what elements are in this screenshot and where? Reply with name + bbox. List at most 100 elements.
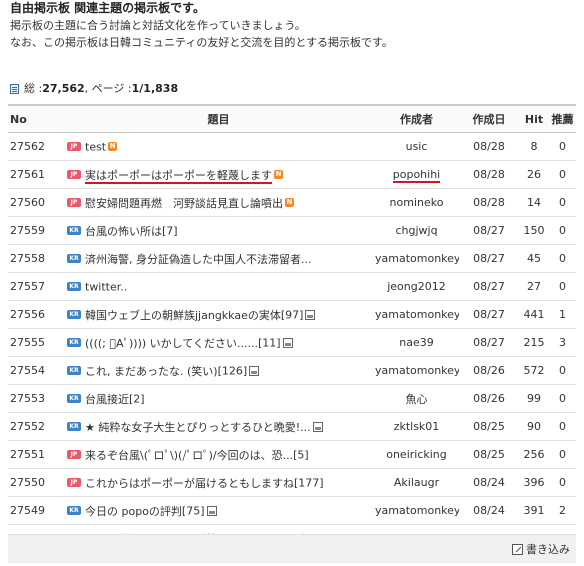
post-hits: 256 (519, 440, 549, 469)
category-badge: KR (67, 310, 81, 319)
post-subject-link[interactable]: 来るぞ台風\(ﾟロﾟ\)(/ﾟロﾟ)/今回のは、恐... (85, 449, 293, 462)
post-date: 08/26 (459, 356, 519, 385)
table-row: 27554 KR これ, まだあったな. (笑い)[126] yamatomonkey… (8, 356, 576, 385)
new-post-icon: N (274, 170, 283, 179)
author-name[interactable]: 魚心 (406, 393, 428, 406)
post-author[interactable]: nomineko (374, 188, 459, 217)
post-author[interactable]: 魚心 (374, 384, 459, 413)
post-author[interactable]: usic (374, 132, 459, 161)
post-hits: 99 (519, 384, 549, 413)
category-badge: KR (67, 506, 81, 515)
comment-count[interactable]: [2] (129, 392, 145, 405)
post-author[interactable]: yamatomonkey (374, 244, 459, 273)
comment-count[interactable]: [126] (218, 364, 248, 377)
post-recommend: 0 (549, 440, 576, 469)
post-recommend: 0 (549, 216, 576, 245)
post-count: 総 : 27,562 , ページ : 1/1,838 (10, 80, 178, 98)
header-date: 作成日 (459, 104, 519, 133)
author-name[interactable]: yamatomonkey (375, 308, 459, 321)
table-row: 27555 KR ((((; ﾟAﾟ)))) いかしてください......[11] n… (8, 328, 576, 357)
post-hits: 90 (519, 412, 549, 441)
author-name[interactable]: jeong2012 (387, 280, 446, 293)
comment-count[interactable]: [177] (294, 476, 324, 489)
category-badge: KR (67, 394, 81, 403)
post-subject-link[interactable]: twitter.. (85, 280, 127, 293)
post-author[interactable]: nae39 (374, 328, 459, 357)
post-number: 27550 (8, 468, 63, 497)
header-subject: 題目 (63, 104, 374, 133)
category-badge: KR (67, 422, 81, 431)
post-date: 08/28 (459, 132, 519, 161)
author-name[interactable]: yamatomonkey (375, 504, 459, 517)
post-subject-link[interactable]: 台風接近 (85, 393, 129, 406)
post-date: 08/26 (459, 384, 519, 413)
post-recommend: 0 (549, 412, 576, 441)
post-date: 08/27 (459, 272, 519, 301)
post-subject-link[interactable]: 今日の popoの評判 (85, 505, 182, 518)
post-subject-link[interactable]: 韓国ウェブ上の朝鮮族jjangkkaeの実体 (85, 309, 281, 322)
post-hits: 396 (519, 468, 549, 497)
post-hits: 572 (519, 356, 549, 385)
post-table: No 題目 作成者 作成日 Hit 推薦 27562 JP test Nusic 08/… (8, 104, 576, 553)
category-badge: KR (67, 254, 81, 263)
write-button[interactable]: 書き込み (512, 541, 570, 557)
post-recommend: 0 (549, 244, 576, 273)
post-recommend: 0 (549, 356, 576, 385)
comment-count[interactable]: [7] (162, 224, 178, 237)
author-name[interactable]: nomineko (390, 196, 444, 209)
post-subject-link[interactable]: ((((; ﾟAﾟ)))) いかしてください...... (85, 337, 258, 350)
post-number: 27556 (8, 300, 63, 329)
board-footer: 書き込み (8, 534, 576, 563)
comment-count[interactable]: [75] (182, 504, 205, 517)
post-subject-link[interactable]: 済州海警, 身分証偽造した中国人不法滞留者... (85, 253, 311, 266)
post-author[interactable]: oneiricking (374, 440, 459, 469)
author-name[interactable]: nae39 (399, 336, 433, 349)
author-name[interactable]: oneiricking (386, 448, 447, 461)
new-post-icon: N (108, 142, 118, 152)
post-hits: 215 (519, 328, 549, 357)
post-subject: KR ((((; ﾟAﾟ)))) いかしてください......[11] (63, 328, 374, 357)
category-badge: JP (67, 142, 81, 152)
author-name[interactable]: yamatomonkey (375, 252, 459, 265)
author-name[interactable]: chgjwjq (395, 224, 437, 237)
author-name[interactable]: Akilaugr (394, 476, 439, 489)
category-badge: KR (67, 338, 81, 347)
post-author[interactable]: yamatomonkey (374, 356, 459, 385)
post-recommend: 0 (549, 160, 576, 189)
post-subject: JP これからはポーポーが届けるともしますね[177] (63, 468, 374, 497)
comment-count[interactable]: [11] (258, 336, 281, 349)
board-description-1: 掲示板の主題に合う討論と対話文化を作っていきましょう。 (10, 19, 306, 32)
header-author: 作成者 (374, 104, 459, 133)
author-name[interactable]: zktlsk01 (394, 420, 440, 433)
post-subject-link[interactable]: ★ 純粋な女子大生とぴりっとするひと晩愛!... (85, 421, 311, 434)
post-subject-link[interactable]: 台風の怖い所は (85, 225, 162, 238)
post-author[interactable]: popohihi (374, 160, 459, 189)
post-author[interactable]: chgjwjq (374, 216, 459, 245)
author-name[interactable]: popohihi (392, 168, 441, 183)
category-badge: JP (67, 478, 81, 487)
comment-count[interactable]: [5] (293, 448, 309, 461)
post-number: 27551 (8, 440, 63, 469)
header-no: No (8, 104, 63, 133)
author-name[interactable]: usic (406, 140, 428, 153)
write-label: 書き込み (526, 543, 570, 556)
post-subject-link[interactable]: 実はポーポーはポーポーを軽蔑します (85, 168, 272, 184)
post-subject-link[interactable]: これ, まだあったな. (笑い) (85, 365, 218, 378)
post-author[interactable]: zktlsk01 (374, 412, 459, 441)
image-attachment-icon (282, 337, 293, 348)
post-date: 08/27 (459, 300, 519, 329)
post-author[interactable]: yamatomonkey (374, 300, 459, 329)
comment-count[interactable]: [97] (281, 308, 304, 321)
post-author[interactable]: jeong2012 (374, 272, 459, 301)
post-author[interactable]: Akilaugr (374, 468, 459, 497)
table-row: 27557 KR twitter.. jeong2012 08/27 27 0 (8, 272, 576, 301)
table-row: 27552 KR ★ 純粋な女子大生とぴりっとするひと晩愛!... zktlsk01 0… (8, 412, 576, 441)
post-subject-link[interactable]: 慰安婦問題再燃 河野談話見直し論噴出 (85, 197, 283, 210)
post-author[interactable]: yamatomonkey (374, 496, 459, 525)
post-subject-link[interactable]: test (85, 140, 106, 153)
image-attachment-icon (249, 365, 260, 376)
author-name[interactable]: yamatomonkey (375, 364, 459, 377)
post-recommend: 0 (549, 188, 576, 217)
post-number: 27552 (8, 412, 63, 441)
post-subject-link[interactable]: これからはポーポーが届けるともしますね (85, 477, 294, 490)
